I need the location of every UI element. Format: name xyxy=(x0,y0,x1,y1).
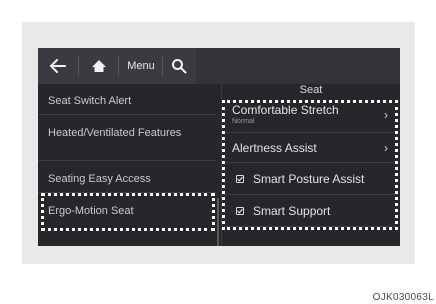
left-item-label: Seat Switch Alert xyxy=(48,95,132,107)
highlight-box-seat-options xyxy=(222,100,398,230)
separator xyxy=(78,56,79,76)
separator xyxy=(118,56,119,76)
search-button[interactable] xyxy=(166,48,192,84)
menu-label: Menu xyxy=(127,60,155,72)
left-item-label: Seating Easy Access xyxy=(48,173,151,185)
left-item-label: Heated/Ventilated Features xyxy=(48,127,182,139)
scrollbar[interactable] xyxy=(217,198,219,246)
figure-code: OJK030063L xyxy=(372,292,434,303)
highlight-box-ergo-motion xyxy=(41,193,215,231)
left-list-item-heated-ventilated[interactable]: Heated/Ventilated Features xyxy=(38,126,188,140)
divider xyxy=(38,160,216,161)
search-icon xyxy=(172,59,187,74)
infotainment-screen: Menu Seat Switch Alert Heated/Ventilated… xyxy=(38,48,400,246)
home-icon xyxy=(92,60,106,72)
home-button[interactable] xyxy=(86,48,112,84)
back-button[interactable] xyxy=(44,48,72,84)
divider xyxy=(38,114,216,115)
panel-title: Seat xyxy=(299,84,323,96)
menu-button[interactable]: Menu xyxy=(122,48,160,84)
left-list-item-seating-easy-access[interactable]: Seating Easy Access xyxy=(38,172,214,186)
separator xyxy=(162,56,163,76)
top-bar: Menu xyxy=(38,48,400,84)
left-list-item-seat-switch-alert[interactable]: Seat Switch Alert xyxy=(38,94,214,108)
arrow-left-icon xyxy=(50,59,66,73)
